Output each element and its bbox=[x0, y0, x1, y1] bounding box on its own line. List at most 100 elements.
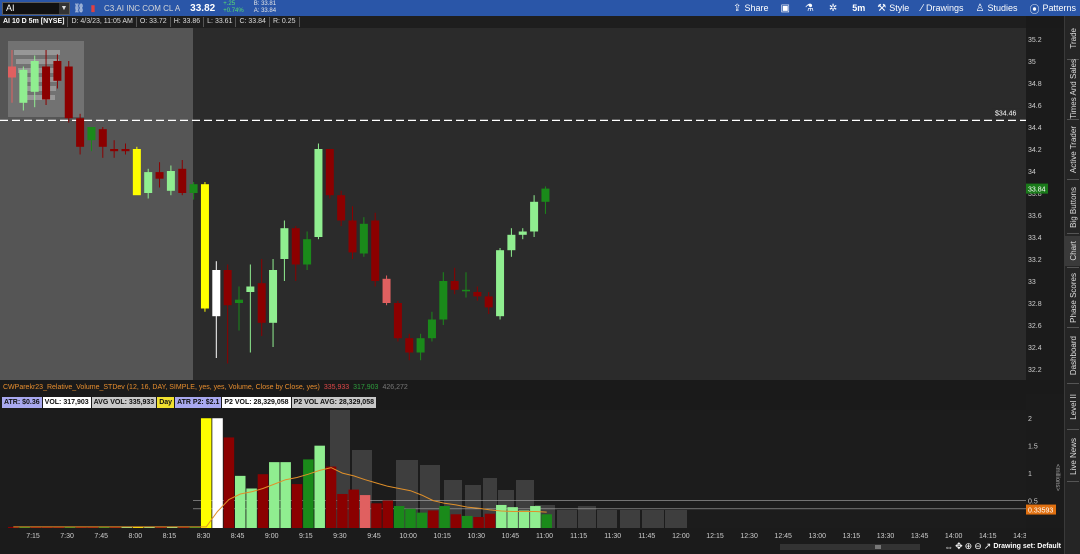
symbol-input[interactable]: AI ▼ bbox=[2, 1, 70, 15]
screenshot-button[interactable]: ▣ bbox=[780, 3, 792, 14]
candle-body bbox=[496, 250, 505, 317]
move-icon[interactable]: ✥ bbox=[955, 541, 963, 552]
top-toolbar: AI ▼ ⛓ ▮ C3.AI INC COM CL A 33.82 +.25 +… bbox=[0, 0, 1080, 16]
time-tick: 9:00 bbox=[265, 533, 279, 540]
price-chart[interactable]: $34.46 bbox=[0, 28, 1026, 380]
candle-body bbox=[144, 172, 153, 193]
volume-bar bbox=[462, 515, 473, 528]
style-button[interactable]: ⚒ Style bbox=[877, 3, 909, 14]
sidebar-tab-chart[interactable]: Chart bbox=[1065, 236, 1080, 266]
candle-body bbox=[541, 188, 550, 202]
volume-panel[interactable] bbox=[0, 410, 1026, 528]
time-tick: 8:30 bbox=[197, 533, 211, 540]
share-button[interactable]: ⇪ Share bbox=[733, 3, 768, 14]
timeframe-button[interactable]: 5m bbox=[852, 3, 865, 13]
studies-button[interactable]: ♙ Studies bbox=[975, 3, 1017, 14]
horizontal-scrollbar[interactable] bbox=[780, 544, 920, 550]
volume-profile-bar bbox=[642, 510, 664, 528]
candle-body bbox=[110, 149, 119, 152]
zoom-out-icon[interactable]: ⊖ bbox=[974, 541, 982, 552]
svg-text:$34.46: $34.46 bbox=[995, 110, 1017, 117]
time-tick: 12:45 bbox=[774, 533, 792, 540]
current-volume-badge: 0.33593 bbox=[1026, 504, 1056, 515]
time-tick: 12:30 bbox=[740, 533, 758, 540]
time-tick: 12:15 bbox=[706, 533, 724, 540]
chart-title: AI 10 D 5m [NYSE] bbox=[0, 17, 69, 27]
percent-change: +0.74% bbox=[223, 8, 244, 14]
sidebar-tab-big-buttons[interactable]: Big Buttons bbox=[1065, 182, 1080, 232]
study-label: ATR P2: $2.1 bbox=[175, 397, 222, 408]
share-label: Share bbox=[744, 3, 769, 13]
candle-body bbox=[371, 220, 380, 281]
volume-bar bbox=[200, 418, 212, 528]
candle bbox=[393, 300, 402, 342]
expand-arrows-icon[interactable]: ⇔ bbox=[944, 542, 953, 552]
time-tick: 9:30 bbox=[333, 533, 347, 540]
time-tick: 14:00 bbox=[945, 533, 963, 540]
candle-body bbox=[462, 289, 470, 292]
sidebar-tab-active-trader[interactable]: Active Trader bbox=[1065, 122, 1080, 178]
drawing-tool-icon[interactable]: ↗ bbox=[984, 541, 992, 552]
time-tick: 10:45 bbox=[502, 533, 520, 540]
volume-bar bbox=[518, 510, 530, 528]
candle-body bbox=[291, 228, 300, 265]
candle-body bbox=[473, 292, 482, 297]
sidebar-tab-label: Phase Scores bbox=[1068, 273, 1078, 323]
volume-profile-bar bbox=[557, 510, 577, 528]
studies-label: Studies bbox=[987, 3, 1018, 13]
time-tick: 10:15 bbox=[433, 533, 451, 540]
volume-bar bbox=[484, 513, 496, 528]
sidebar-tab-times-and-sales[interactable]: Times And Sales bbox=[1065, 59, 1080, 119]
candle-body bbox=[280, 228, 289, 259]
drawing-set-label[interactable]: Drawing set: Default bbox=[993, 543, 1061, 550]
sidebar-tab-dashboard[interactable]: Dashboard bbox=[1065, 330, 1080, 382]
volume-bar bbox=[246, 488, 257, 528]
candle-body bbox=[393, 303, 402, 339]
volume-tick: 1 bbox=[1028, 471, 1032, 478]
sidebar-tab-trade[interactable]: Trade bbox=[1065, 18, 1080, 58]
candle-body bbox=[42, 66, 51, 100]
settings-button[interactable]: ✲ bbox=[829, 3, 840, 14]
sidebar-tab-live-news[interactable]: Live News bbox=[1065, 432, 1080, 480]
candle bbox=[200, 182, 209, 312]
candle-body bbox=[200, 184, 209, 309]
volume-bar bbox=[382, 500, 394, 528]
candle-body bbox=[518, 231, 527, 235]
study-label: P2 VOL: 28,329,058 bbox=[222, 397, 291, 408]
candle-body bbox=[223, 270, 232, 306]
study-name[interactable]: CWParekr23_Relative_Volume_STDev (12, 16… bbox=[3, 384, 320, 391]
candle-body bbox=[189, 184, 198, 193]
price-axis[interactable]: 35.2 35 34.8 34.6 34.4 34.2 34 33.8 33.6 33.4 33.2… bbox=[1026, 28, 1064, 380]
candle bbox=[371, 212, 380, 287]
sidebar-divider bbox=[1067, 327, 1079, 328]
chevron-down-icon[interactable]: ▼ bbox=[59, 2, 69, 14]
sidebar-tab-level-ii[interactable]: Level II bbox=[1065, 386, 1080, 428]
last-price: 33.82 bbox=[190, 2, 216, 14]
sidebar-tab-phase-scores[interactable]: Phase Scores bbox=[1065, 270, 1080, 326]
zoom-in-icon[interactable]: ⊕ bbox=[965, 541, 973, 552]
study-label: ATR: $0.36 bbox=[2, 397, 42, 408]
sidebar-tab-label: Live News bbox=[1068, 437, 1078, 475]
time-tick: 12:00 bbox=[672, 533, 690, 540]
drawings-button[interactable]: ∕ Drawings bbox=[921, 3, 963, 14]
volume-bar bbox=[473, 517, 484, 528]
chart-app: AI ▼ ⛓ ▮ C3.AI INC COM CL A 33.82 +.25 +… bbox=[0, 0, 1080, 554]
symbol-value: AI bbox=[6, 2, 15, 13]
volume-axis-svg: 2 1.5 1 0.5 <millions> 0.33593 bbox=[1026, 416, 1060, 515]
flask-button[interactable]: ⚗ bbox=[805, 3, 817, 14]
scroll-thumb[interactable] bbox=[875, 545, 881, 549]
volume-axis[interactable]: 2 1.5 1 0.5 <millions> 0.33593 bbox=[1026, 394, 1064, 528]
sidebar-tab-label: Times And Sales bbox=[1068, 59, 1078, 119]
price-tick: 34.6 bbox=[1028, 103, 1042, 110]
patterns-button[interactable]: ⦿ Patterns bbox=[1029, 1, 1076, 16]
time-tick: 13:45 bbox=[911, 533, 929, 540]
sidebar-tab-label: Chart bbox=[1068, 241, 1078, 261]
volume-profile-bar bbox=[665, 510, 687, 528]
volume-profile-bar bbox=[578, 506, 596, 528]
link-icon[interactable]: ⛓ bbox=[73, 3, 84, 13]
study-value-1: 335,933 bbox=[323, 383, 350, 391]
bookmark-icon[interactable]: ▮ bbox=[88, 3, 98, 13]
svg-text:33.84: 33.84 bbox=[1028, 187, 1046, 194]
bar-low: L: 33.61 bbox=[204, 17, 237, 27]
camera-icon: ▣ bbox=[780, 2, 790, 14]
